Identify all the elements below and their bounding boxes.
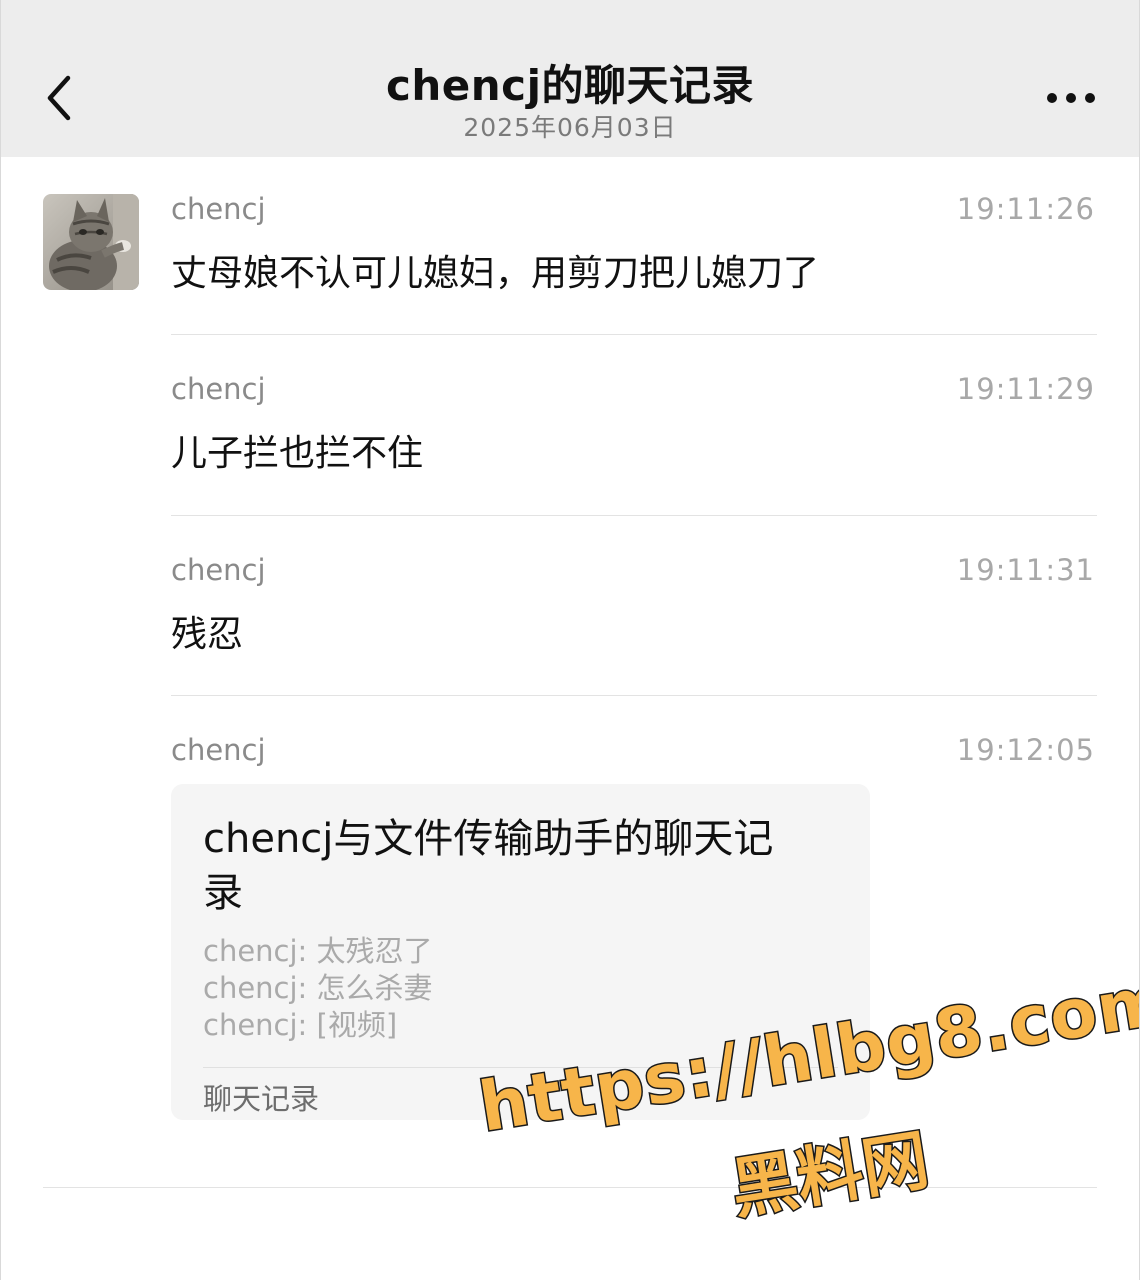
message-text: 残忍 xyxy=(171,614,244,655)
card-preview-line: chencj: 太残忍了 xyxy=(203,934,433,968)
message-time: 19:11:31 xyxy=(956,553,1095,587)
sender-avatar[interactable] xyxy=(43,194,139,290)
message-divider xyxy=(171,334,1097,335)
message-item[interactable]: chencj 19:11:31 残忍 xyxy=(171,553,1097,663)
message-item: chencj 19:12:05 xyxy=(171,733,1097,777)
message-sender: chencj xyxy=(171,372,266,406)
message-sender: chencj xyxy=(171,192,266,226)
message-text: 丈母娘不认可儿媳妇，用剪刀把儿媳刀了 xyxy=(171,253,820,294)
card-preview-line: chencj: [视频] xyxy=(203,1008,398,1042)
card-preview-line: chencj: 怎么杀妻 xyxy=(203,971,433,1005)
card-title: chencj与文件传输助手的聊天记录 xyxy=(203,816,774,916)
message-sender: chencj xyxy=(171,733,266,767)
chat-history-page: chencj的聊天记录 2025年06月03日 chencj 19:11:26 … xyxy=(0,0,1140,1280)
message-time: 19:11:29 xyxy=(956,372,1095,406)
message-text: 儿子拦也拦不住 xyxy=(171,433,424,474)
page-title: chencj的聊天记录 xyxy=(386,61,754,110)
cat-photo-avatar xyxy=(43,194,139,290)
nav-header: chencj的聊天记录 2025年06月03日 xyxy=(1,0,1139,157)
page-subtitle-date: 2025年06月03日 xyxy=(463,113,677,142)
message-divider xyxy=(171,695,1097,696)
message-time: 19:11:26 xyxy=(956,192,1095,226)
message-item[interactable]: chencj 19:11:29 儿子拦也拦不住 xyxy=(171,372,1097,482)
message-sender: chencj xyxy=(171,553,266,587)
card-footer-label: 聊天记录 xyxy=(203,1082,320,1116)
message-divider xyxy=(171,515,1097,516)
more-dots-icon xyxy=(1047,93,1095,103)
message-time: 19:12:05 xyxy=(956,733,1095,767)
more-button[interactable] xyxy=(1043,78,1099,118)
message-item[interactable]: chencj 19:11:26 丈母娘不认可儿媳妇，用剪刀把儿媳刀了 xyxy=(171,192,1097,302)
watermark-name: 黑料网 xyxy=(725,1120,936,1230)
